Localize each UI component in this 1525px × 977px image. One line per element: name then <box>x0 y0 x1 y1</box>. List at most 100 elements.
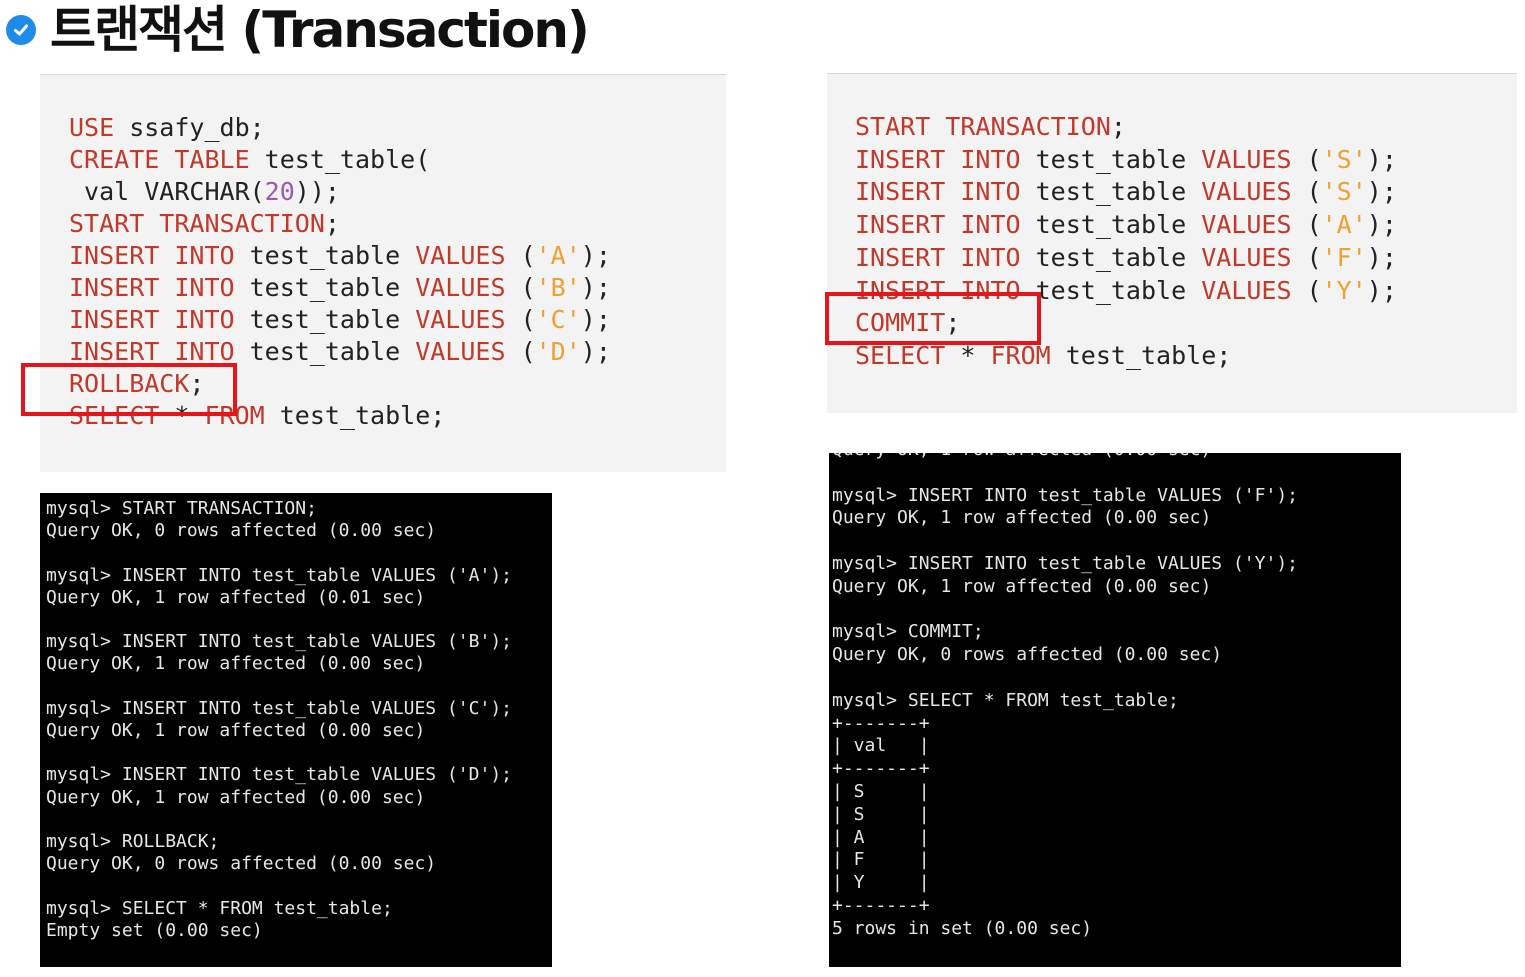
code-token: ( <box>505 305 536 334</box>
code-line: INSERT INTO test_table VALUES ('A'); <box>855 210 1397 239</box>
code-token: ( <box>1291 210 1322 240</box>
code-token: ); <box>1366 210 1397 240</box>
terminal-line: Query OK, 0 rows affected (0.00 sec) <box>832 644 1223 666</box>
terminal-line: | Y | <box>832 872 930 894</box>
code-token: 'F' <box>1321 242 1367 272</box>
code-token: VALUES <box>415 305 506 334</box>
code-token: 'Y' <box>1321 275 1367 305</box>
code-token: INSERT INTO <box>855 177 1021 207</box>
code-token: test_table <box>1020 275 1202 305</box>
code-token: ( <box>1291 144 1322 174</box>
terminal-line: Query OK, 1 row affected (0.00 sec) <box>832 453 1211 460</box>
code-line: INSERT INTO test_table VALUES ('F'); <box>855 243 1397 272</box>
terminal-line: mysql> INSERT INTO test_table VALUES ('D… <box>46 764 512 786</box>
code-token: ( <box>505 241 536 270</box>
code-token: INSERT INTO <box>69 337 235 366</box>
code-token: 'A' <box>1321 210 1367 240</box>
code-line: START TRANSACTION; <box>855 112 1126 141</box>
code-token: INSERT INTO <box>855 210 1021 240</box>
code-token: ( <box>505 337 536 366</box>
code-token: CREATE TABLE <box>69 145 250 174</box>
code-token: INSERT INTO <box>69 241 235 270</box>
code-line: CREATE TABLE test_table( <box>69 145 430 174</box>
code-line: INSERT INTO test_table VALUES ('D'); <box>69 337 611 366</box>
code-line: INSERT INTO test_table VALUES ('S'); <box>855 177 1397 206</box>
code-line: INSERT INTO test_table VALUES ('S'); <box>855 145 1397 174</box>
code-token: 'D' <box>535 337 581 366</box>
terminal-line: +-------+ <box>832 712 930 734</box>
code-token: ( <box>1291 242 1322 272</box>
code-token: ); <box>580 273 611 302</box>
terminal-line: mysql> ROLLBACK; <box>46 831 220 852</box>
code-token: START TRANSACTION <box>855 112 1111 141</box>
terminal-line: Query OK, 1 row affected (0.00 sec) <box>46 653 426 675</box>
code-token: 'S' <box>1321 177 1367 207</box>
code-token: START TRANSACTION <box>69 209 325 238</box>
terminal-line: | F | <box>832 849 930 871</box>
terminal-line: Query OK, 1 row affected (0.00 sec) <box>832 575 1212 597</box>
code-token: FROM <box>990 340 1051 370</box>
code-line: START TRANSACTION; <box>69 209 340 238</box>
right-mysql-terminal: Query OK, 1 row affected (0.00 sec)mysql… <box>829 453 1401 967</box>
code-token: test_table <box>1020 210 1202 240</box>
terminal-line: mysql> INSERT INTO test_table VALUES ('B… <box>46 631 512 653</box>
code-token: test_table <box>234 273 416 302</box>
code-token: test_table <box>1020 177 1202 207</box>
code-line: USE ssafy_db; <box>69 113 265 142</box>
terminal-line: mysql> COMMIT; <box>832 621 984 643</box>
code-token: ( <box>1291 275 1322 305</box>
right-sql-code-panel: START TRANSACTION; INSERT INTO test_table… <box>827 73 1517 413</box>
terminal-line: Query OK, 0 rows affected (0.00 sec) <box>46 520 437 542</box>
code-token: )); <box>294 177 340 206</box>
code-token: ); <box>1366 177 1397 207</box>
terminal-line: | A | <box>832 826 930 848</box>
rollback-highlight-box <box>21 363 237 416</box>
code-token: ); <box>580 337 611 366</box>
code-token: ; <box>324 209 340 238</box>
check-circle-icon <box>6 15 36 45</box>
code-token: test_table <box>234 337 416 366</box>
code-token: INSERT INTO <box>69 273 235 302</box>
code-token: test_table; <box>1050 340 1232 370</box>
code-token: 'S' <box>1321 144 1367 174</box>
terminal-line: +-------+ <box>832 758 930 780</box>
code-token: test_table <box>1020 242 1202 272</box>
code-token: VALUES <box>1201 144 1292 174</box>
terminal-line: mysql> INSERT INTO test_table VALUES ('F… <box>832 484 1298 506</box>
terminal-line: | val | <box>832 735 930 757</box>
terminal-line: mysql> SELECT * FROM test_table; <box>46 897 393 919</box>
code-token: VALUES <box>1201 210 1292 240</box>
code-token: ); <box>1366 242 1397 272</box>
code-line: SELECT * FROM test_table; <box>855 341 1231 370</box>
code-token: 20 <box>264 177 295 206</box>
code-token: ( <box>1291 177 1322 207</box>
code-token: INSERT INTO <box>69 305 235 334</box>
code-token: VALUES <box>415 241 506 270</box>
code-line: INSERT INTO test_table VALUES ('A'); <box>69 241 611 270</box>
code-token: test_table <box>234 241 416 270</box>
terminal-line: | S | <box>832 803 930 825</box>
left-mysql-terminal: mysql> START TRANSACTION; Query OK, 0 row… <box>40 493 552 967</box>
terminal-line: mysql> START TRANSACTION; <box>46 498 317 519</box>
terminal-line: Query OK, 1 row affected (0.01 sec) <box>46 586 426 608</box>
code-token: test_table( <box>249 145 431 174</box>
terminal-line: | S | <box>832 781 930 802</box>
terminal-line: +-------+ <box>832 895 930 916</box>
code-line: INSERT INTO test_table VALUES ('B'); <box>69 273 611 302</box>
code-token: VALUES <box>1201 275 1292 305</box>
terminal-line: mysql> INSERT INTO test_table VALUES ('A… <box>46 564 512 586</box>
title-row: 트랜잭션 (Transaction) <box>6 2 590 58</box>
code-token: VALUES <box>415 273 506 302</box>
code-token: ); <box>1366 144 1397 174</box>
code-token: VALUES <box>1201 177 1292 207</box>
terminal-line: mysql> INSERT INTO test_table VALUES ('Y… <box>832 553 1298 574</box>
code-token: test_table <box>1020 144 1202 174</box>
code-token: SELECT <box>855 340 946 370</box>
code-token: 'C' <box>535 305 581 334</box>
terminal-line: mysql> INSERT INTO test_table VALUES ('C… <box>46 697 512 719</box>
terminal-line: Query OK, 1 row affected (0.00 sec) <box>832 507 1212 529</box>
code-token: ssafy_db; <box>114 113 265 142</box>
code-token: VALUES <box>1201 242 1292 272</box>
code-line: INSERT INTO test_table VALUES ('C'); <box>69 305 611 334</box>
code-token: INSERT INTO <box>855 242 1021 272</box>
